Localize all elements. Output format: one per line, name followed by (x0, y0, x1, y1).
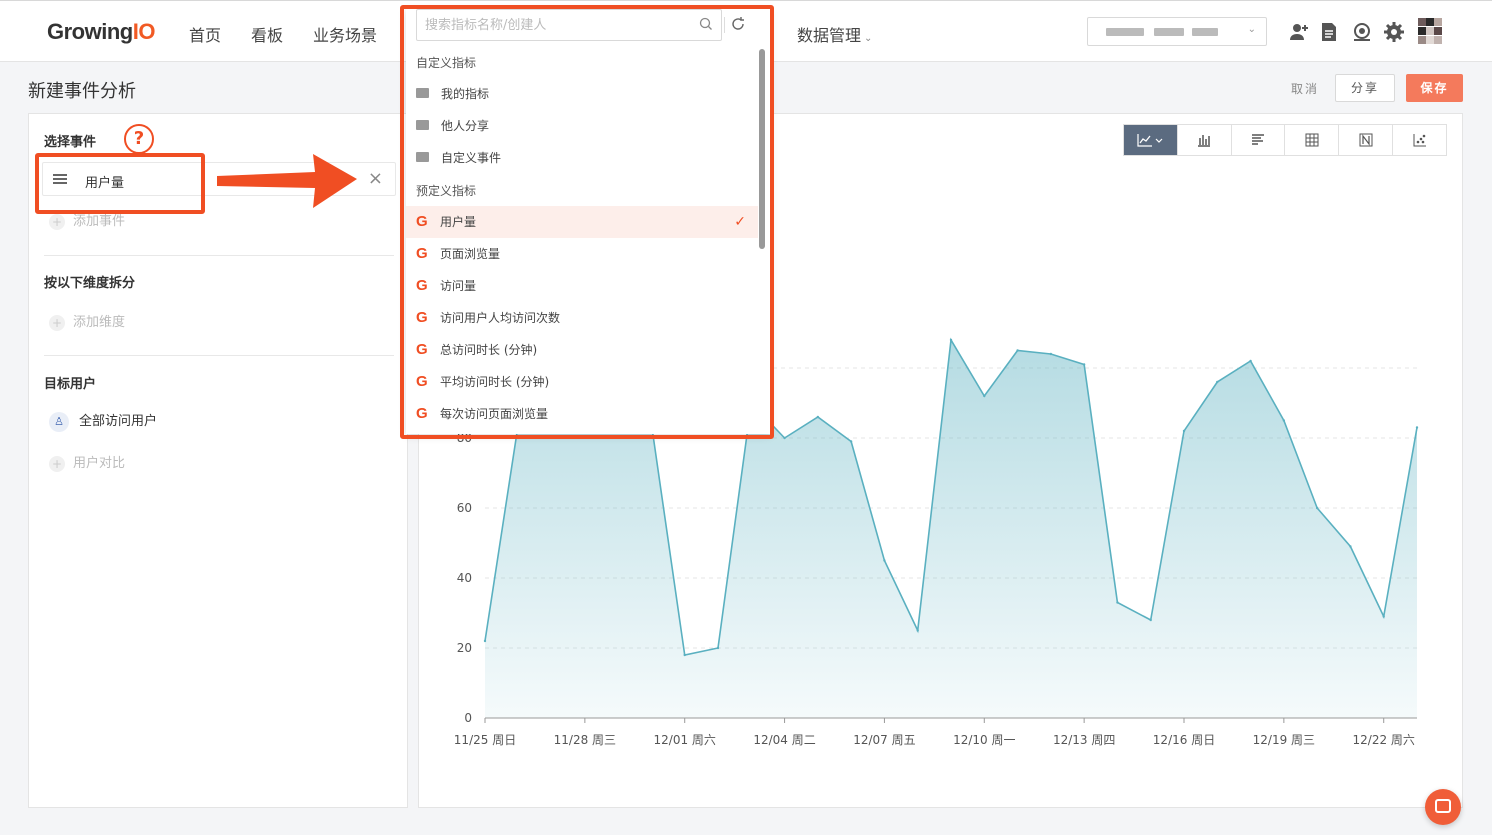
y-tick-label: 0 (464, 711, 472, 725)
nav-data-management[interactable]: 数据管理 ⌄ (797, 22, 872, 46)
data-point (1415, 426, 1419, 429)
chat-support-button[interactable] (1425, 789, 1461, 825)
data-point (716, 646, 720, 650)
data-point (1149, 618, 1152, 622)
x-tick-label: 12/10 周一 (953, 733, 1015, 747)
data-point (1182, 429, 1186, 433)
select-event-title: 选择事件 (44, 135, 97, 150)
close-icon[interactable]: × (368, 168, 383, 189)
add-dimension-label: 添加维度 (73, 315, 126, 330)
x-tick-label: 12/07 周五 (853, 733, 915, 747)
divider (44, 255, 394, 256)
data-point (1216, 380, 1219, 384)
add-dimension-button[interactable]: + 添加维度 (49, 311, 125, 331)
gear-icon[interactable] (1383, 21, 1405, 43)
divider (44, 355, 394, 356)
data-point (1082, 363, 1086, 366)
project-select[interactable]: ⌄ (1087, 17, 1267, 46)
data-point (916, 629, 919, 632)
data-point (1349, 545, 1352, 548)
data-point (483, 639, 487, 643)
y-tick-label: 60 (457, 501, 472, 515)
nav-dashboard[interactable]: 看板 (251, 22, 283, 46)
x-tick-label: 12/01 周六 (654, 733, 716, 747)
data-point (1249, 359, 1252, 363)
nav-home[interactable]: 首页 (189, 22, 221, 46)
compare-users-label: 用户对比 (73, 456, 126, 471)
data-point (683, 653, 686, 657)
data-point (1282, 419, 1286, 422)
plus-icon: + (49, 213, 65, 230)
share-button[interactable]: 分享 (1335, 74, 1395, 102)
data-point (1116, 601, 1119, 604)
plus-icon: + (49, 314, 65, 331)
avatar[interactable] (1418, 18, 1442, 44)
plus-icon: + (49, 455, 65, 472)
x-tick-label: 12/13 周四 (1053, 733, 1115, 747)
cancel-button[interactable]: 取消 (1285, 80, 1325, 97)
project-name-redacted (1106, 28, 1144, 36)
data-point (1016, 349, 1019, 352)
data-point (783, 436, 786, 440)
data-point (983, 394, 986, 398)
data-point (1382, 615, 1385, 618)
dimension-title: 按以下维度拆分 (44, 276, 136, 291)
x-tick-label: 12/04 周二 (753, 733, 815, 747)
chevron-down-icon: ⌄ (864, 33, 873, 44)
y-tick-label: 20 (457, 641, 472, 655)
support-icon[interactable] (1351, 21, 1373, 43)
data-point (816, 415, 820, 419)
user-icon: ♙ (49, 411, 69, 432)
add-event-label: 添加事件 (73, 214, 126, 229)
chevron-down-icon: ⌄ (1247, 24, 1256, 35)
project-name-redacted (1192, 28, 1218, 36)
all-users-label: 全部访问用户 (79, 414, 158, 429)
document-icon[interactable] (1318, 21, 1340, 43)
page-title: 新建事件分析 (28, 81, 136, 102)
data-point (849, 440, 853, 443)
annotation-highlight-box (35, 153, 205, 214)
x-tick-label: 12/19 周三 (1253, 733, 1315, 747)
help-icon[interactable]: ? (124, 124, 154, 154)
data-point (1315, 506, 1319, 510)
chat-icon (1435, 799, 1451, 813)
annotation-arrow-icon (217, 154, 357, 208)
data-point (949, 338, 953, 342)
annotation-highlight-box (400, 5, 774, 439)
nav-data-management-label: 数据管理 (797, 26, 862, 45)
x-tick-label: 12/16 周日 (1153, 733, 1215, 747)
x-tick-label: 11/28 周三 (554, 733, 616, 747)
growingio-logo[interactable]: GrowingIO (47, 19, 155, 45)
save-button[interactable]: 保存 (1406, 74, 1463, 102)
all-users-selector[interactable]: ♙ 全部访问用户 (49, 410, 157, 432)
compare-users-button[interactable]: + 用户对比 (49, 452, 125, 472)
query-config-panel: 选择事件 ? 用户量 × + 添加事件 按以下维度拆分 + 添加维度 目标用户 ♙ 全… (28, 113, 408, 808)
target-users-title: 目标用户 (44, 377, 97, 392)
y-tick-label: 40 (457, 571, 472, 585)
data-point (883, 559, 886, 562)
x-tick-label: 12/22 周六 (1353, 733, 1415, 747)
data-point (1049, 352, 1053, 356)
project-name-redacted (1154, 28, 1184, 36)
add-user-icon[interactable] (1288, 21, 1310, 43)
x-tick-label: 11/25 周日 (454, 733, 516, 747)
nav-business-scenario[interactable]: 业务场景 (313, 22, 377, 46)
